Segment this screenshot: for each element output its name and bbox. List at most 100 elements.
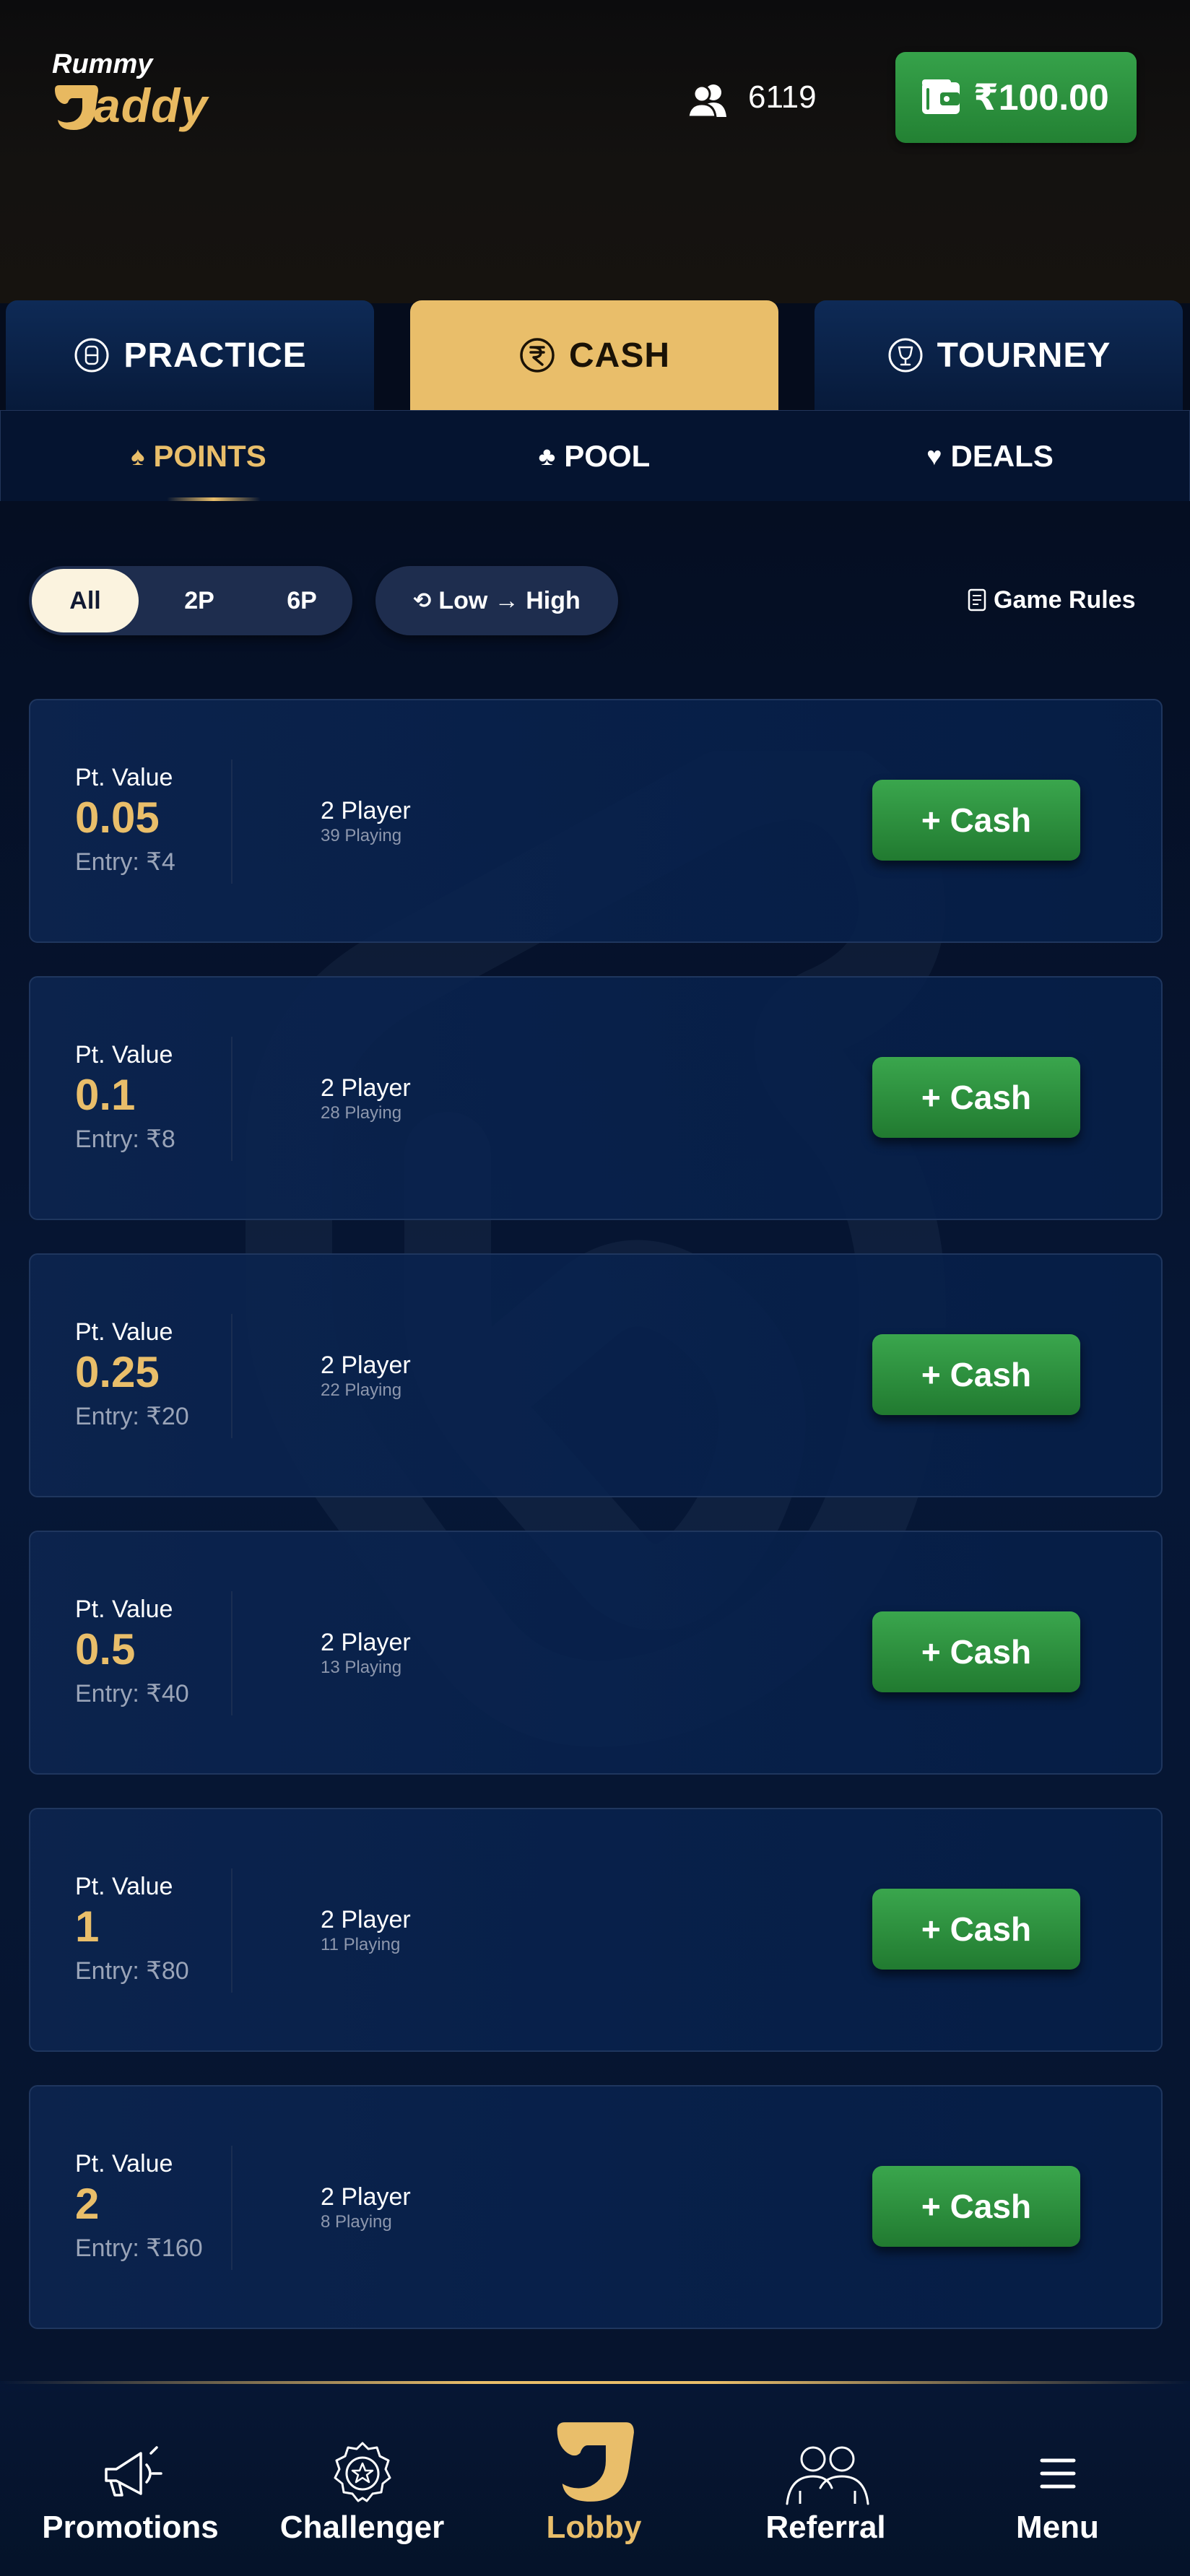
subtab-deals[interactable]: ♥ DEALS [792,411,1188,502]
subtab-pool[interactable]: ♣ POOL [396,411,792,502]
tab-cash[interactable]: CASH [410,300,778,410]
add-cash-button[interactable]: + Cash [872,1611,1080,1692]
point-value-label: Pt. Value [75,1596,173,1623]
nav-promotions[interactable]: Promotions [12,2381,249,2576]
card-divider [231,1037,233,1161]
player-count: 2 Player [321,2183,411,2211]
table-card: Pt. Value 0.1 Entry: ₹8 2 Player 28 Play… [29,976,1163,1220]
point-value-label: Pt. Value [75,2150,173,2177]
playing-count: 11 Playing [321,1935,401,1954]
sort-label: Low → High [438,586,581,614]
table-card: Pt. Value 2 Entry: ₹160 2 Player 8 Playi… [29,2085,1163,2329]
table-card: Pt. Value 0.5 Entry: ₹40 2 Player 13 Pla… [29,1531,1163,1775]
hamburger-icon [1040,2458,1075,2489]
nav-referral[interactable]: Referral [707,2381,944,2576]
heart-icon: ♥ [926,441,942,471]
trophy-icon [888,338,923,373]
player-count: 2 Player [321,797,411,824]
add-cash-button[interactable]: + Cash [872,2166,1080,2247]
filter-all-button[interactable]: All [32,569,139,632]
nav-menu[interactable]: Menu [939,2381,1176,2576]
point-value-label: Pt. Value [75,1041,173,1069]
online-count: 6119 [748,79,817,115]
filter-6p-button[interactable]: 6P [259,566,345,635]
playing-count: 8 Playing [321,2212,392,2232]
filter-2p-button[interactable]: 2P [156,566,243,635]
point-value: 0.05 [75,793,160,842]
wallet-icon [922,79,960,114]
point-value-label: Pt. Value [75,1318,173,1346]
document-icon [968,588,986,612]
card-divider [231,1868,233,1993]
sort-button[interactable]: ⟲ Low → High [375,566,618,635]
subtab-label: DEALS [950,439,1054,473]
point-value: 2 [75,2180,100,2228]
nav-label: Promotions [42,2510,219,2545]
people-icon [786,2446,869,2505]
point-value: 1 [75,1902,100,1951]
add-cash-button[interactable]: + Cash [872,1334,1080,1415]
online-players-icon [687,84,726,118]
bottom-navigation: Promotions Challenger Lobby Referral Men… [0,2381,1190,2576]
playing-count: 28 Playing [321,1103,402,1123]
point-value: 0.5 [75,1625,136,1674]
nav-label: Challenger [279,2510,445,2545]
nav-label: Lobby [546,2510,642,2545]
club-icon: ♣ [538,441,556,471]
lobby-logo-icon [557,2422,634,2502]
playing-count: 22 Playing [321,1380,402,1400]
card-divider [231,2146,233,2270]
tab-label: CASH [568,336,670,375]
add-cash-button[interactable]: + Cash [872,1057,1080,1138]
playing-count: 13 Playing [321,1658,402,1677]
player-count: 2 Player [321,1906,411,1933]
playing-count: 39 Playing [321,826,402,845]
entry-fee: Entry: ₹4 [75,848,175,876]
tab-label: PRACTICE [123,336,307,375]
player-count: 2 Player [321,1074,411,1102]
player-count: 2 Player [321,1352,411,1379]
badge-star-icon [334,2442,391,2502]
subtab-label: POINTS [153,439,266,473]
player-count: 2 Player [321,1629,411,1656]
nav-challenger[interactable]: Challenger [243,2381,481,2576]
rummy-daddy-logo[interactable]: Rummy addy [51,45,224,139]
add-cash-button[interactable]: + Cash [872,780,1080,861]
table-card: Pt. Value 1 Entry: ₹80 2 Player 11 Playi… [29,1808,1163,2052]
megaphone-icon [104,2446,162,2497]
tab-practice[interactable]: PRACTICE [6,300,374,410]
logo-text-bottom: addy [94,79,209,132]
sort-cycle-icon: ⟲ [413,588,432,613]
entry-fee: Entry: ₹40 [75,1680,189,1707]
table-card: Pt. Value 0.05 Entry: ₹4 2 Player 39 Pla… [29,699,1163,943]
card-divider [231,1314,233,1438]
tab-label: TOURNEY [937,336,1111,375]
point-value-label: Pt. Value [75,764,173,791]
entry-fee: Entry: ₹20 [75,1403,189,1430]
game-rules-link[interactable]: Game Rules [966,582,1136,618]
nav-label: Menu [1016,2510,1099,2545]
card-divider [231,1591,233,1715]
logo-text-top: Rummy [52,49,153,79]
subtab-points[interactable]: ♠ POINTS [1,411,396,502]
subtab-label: POOL [564,439,651,473]
point-value: 0.1 [75,1071,136,1119]
entry-fee: Entry: ₹80 [75,1957,189,1985]
table-card: Pt. Value 0.25 Entry: ₹20 2 Player 22 Pl… [29,1253,1163,1497]
wallet-balance-button[interactable]: ₹100.00 [895,52,1137,143]
point-value-label: Pt. Value [75,1873,173,1900]
card-divider [231,760,233,884]
nav-lobby[interactable]: Lobby [475,2381,713,2576]
tab-tourney[interactable]: TOURNEY [815,300,1183,410]
game-rules-label: Game Rules [994,586,1136,614]
wallet-amount: ₹100.00 [973,77,1109,118]
add-cash-button[interactable]: + Cash [872,1889,1080,1970]
player-count-filter: All 2P 6P [29,566,352,635]
game-type-tabs: ♠ POINTS ♣ POOL ♥ DEALS [0,410,1190,502]
rupee-icon [520,338,555,373]
entry-fee: Entry: ₹8 [75,1126,175,1153]
practice-chip-icon [74,338,109,373]
point-value: 0.25 [75,1348,160,1396]
entry-fee: Entry: ₹160 [75,2235,203,2262]
nav-label: Referral [765,2510,886,2545]
